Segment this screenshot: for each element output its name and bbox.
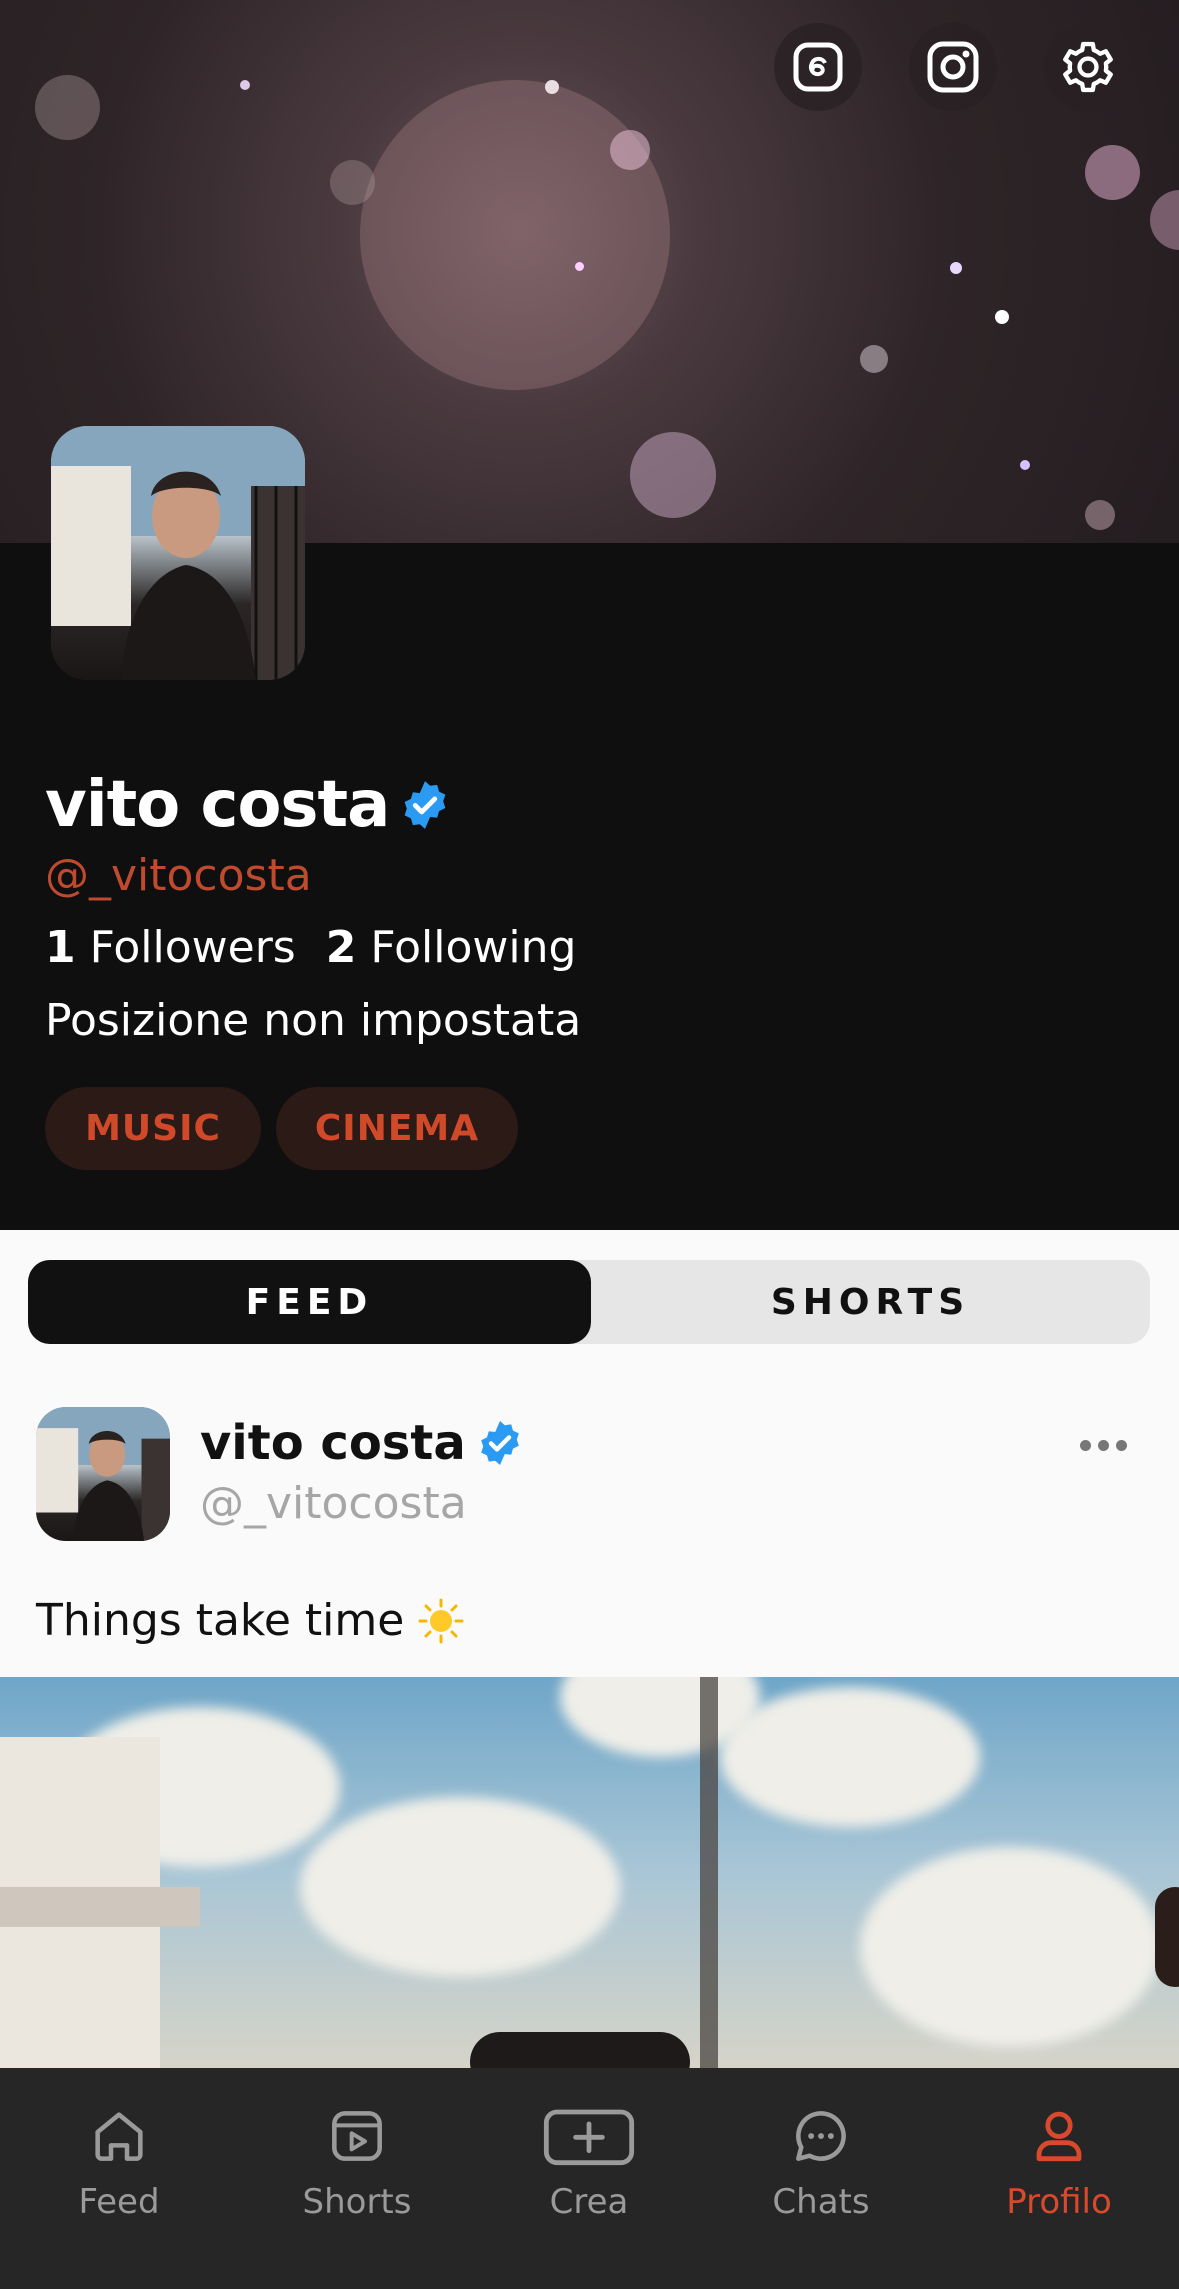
verified-badge-icon: [480, 1421, 519, 1465]
more-dot-icon: [1080, 1439, 1091, 1451]
bottom-nav: Feed Shorts Crea Chats Profilo: [0, 2068, 1179, 2289]
followers-link[interactable]: 1 Followers: [45, 922, 296, 973]
following-count: 2: [325, 922, 357, 973]
post-author-handle: @_vitocosta: [200, 1478, 467, 1529]
interest-chip-cinema[interactable]: CINEMA: [276, 1087, 518, 1170]
tab-shorts[interactable]: SHORTS: [591, 1260, 1150, 1344]
profile-handle: @_vitocosta: [45, 850, 312, 901]
nav-shorts[interactable]: Shorts: [257, 2068, 457, 2289]
nav-feed-label: Feed: [78, 2182, 160, 2222]
settings-button[interactable]: [1044, 23, 1132, 111]
play-icon: [332, 2111, 382, 2161]
nav-profilo-label: Profilo: [1006, 2182, 1112, 2222]
nav-chats[interactable]: Chats: [721, 2068, 921, 2289]
content-tabs: FEED SHORTS: [28, 1260, 1150, 1344]
post-author-avatar[interactable]: [36, 1407, 170, 1541]
avatar-photo: [36, 1407, 170, 1541]
followers-count: 1: [45, 922, 76, 973]
nav-chats-label: Chats: [772, 2182, 870, 2222]
post-text: Things take time: [36, 1595, 464, 1646]
nav-profilo[interactable]: Profilo: [959, 2068, 1159, 2289]
user-icon: [1036, 2111, 1082, 2162]
following-link[interactable]: 2 Following: [326, 922, 577, 973]
nav-shorts-label: Shorts: [302, 2182, 412, 2222]
home-icon: [95, 2112, 143, 2161]
avatar-photo: [51, 426, 305, 680]
gear-icon: [1063, 41, 1113, 93]
profile-name: vito costa: [45, 765, 451, 845]
following-label: Following: [370, 922, 577, 973]
profile-name-text: vito costa: [45, 768, 390, 842]
post-caption: Things take time: [36, 1595, 405, 1646]
threads-button[interactable]: [774, 23, 862, 111]
nav-crea-label: Crea: [549, 2182, 629, 2222]
followers-label: Followers: [89, 922, 296, 973]
sun-emoji-icon: [418, 1598, 464, 1643]
nav-feed[interactable]: Feed: [19, 2068, 219, 2289]
profile-location: Posizione non impostata: [45, 995, 582, 1046]
tab-feed[interactable]: FEED: [28, 1260, 591, 1344]
instagram-button[interactable]: [909, 23, 997, 111]
add-icon: [543, 2109, 635, 2166]
instagram-icon: [927, 41, 979, 93]
threads-icon: [793, 42, 843, 92]
more-dot-icon: [1116, 1439, 1127, 1451]
more-dot-icon: [1098, 1439, 1109, 1451]
profile-avatar[interactable]: [51, 426, 305, 680]
nav-crea[interactable]: Crea: [489, 2068, 689, 2289]
verified-badge-icon: [404, 781, 446, 829]
interest-chip-music[interactable]: MUSIC: [45, 1087, 261, 1170]
post-author-name[interactable]: vito costa: [200, 1413, 524, 1473]
post-author-name-text: vito costa: [200, 1415, 466, 1471]
post-image[interactable]: [0, 1677, 1179, 2069]
more-options-button[interactable]: [1080, 1430, 1132, 1460]
chat-icon: [796, 2111, 846, 2161]
follow-stats: 1 Followers 2 Following: [45, 922, 576, 973]
